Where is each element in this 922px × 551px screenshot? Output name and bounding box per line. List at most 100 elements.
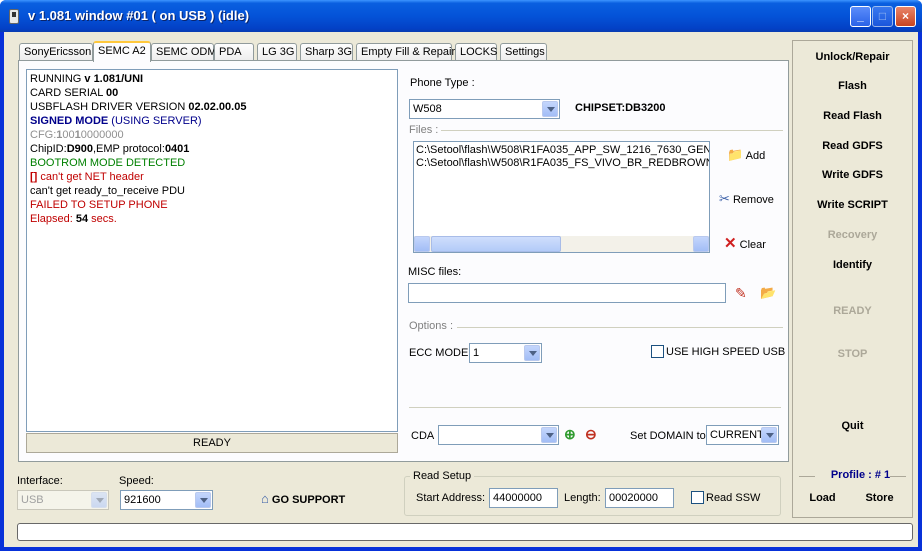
section-divider: [409, 407, 781, 408]
interface-select[interactable]: USB: [17, 490, 109, 510]
phone-type-select[interactable]: W508: [409, 99, 560, 119]
list-item[interactable]: C:\Setool\flash\W508\R1FA035_APP_SW_1216…: [414, 144, 709, 157]
list-item[interactable]: C:\Setool\flash\W508\R1FA035_FS_VIVO_BR_…: [414, 157, 709, 170]
start-address-input[interactable]: 44000000: [489, 488, 558, 508]
scroll-left-button[interactable]: [414, 236, 430, 252]
misc-files-input[interactable]: [408, 283, 726, 303]
tab-settings[interactable]: Settings: [500, 43, 547, 61]
flash-button[interactable]: Flash: [793, 80, 912, 92]
remove-label: Remove: [732, 194, 774, 206]
go-support-button[interactable]: ⌂ GO SUPPORT: [261, 491, 345, 506]
chevron-down-icon: [91, 492, 107, 508]
length-input[interactable]: 00020000: [605, 488, 674, 508]
write-script-button[interactable]: Write SCRIPT: [793, 199, 912, 211]
read-ssw-checkbox[interactable]: [691, 491, 704, 504]
tab-sonyericsson[interactable]: SonyEricsson: [19, 43, 93, 61]
minimize-icon: _: [857, 9, 864, 23]
close-icon: ×: [901, 9, 909, 23]
unlock-repair-button[interactable]: Unlock/Repair: [793, 51, 912, 63]
close-button[interactable]: ×: [895, 6, 916, 27]
add-label: Add: [745, 150, 766, 162]
log-output[interactable]: RUNNING v 1.081/UNI CARD SERIAL 00 USBFL…: [26, 69, 398, 432]
misc-files-label: MISC files:: [408, 266, 462, 278]
log-line: USBFLASH DRIVER VERSION 02.02.00.05: [30, 101, 247, 113]
speed-select[interactable]: 921600: [120, 490, 213, 510]
app-window: v 1.081 window #01 ( on USB ) (idle) _ □…: [0, 0, 922, 551]
domain-select[interactable]: CURRENT: [706, 425, 779, 445]
tab-pda[interactable]: PDA: [214, 43, 254, 61]
phone-type-label: Phone Type :: [410, 77, 475, 89]
stop-button[interactable]: STOP: [793, 348, 912, 360]
folder-open-icon[interactable]: 📂: [760, 285, 776, 301]
scissors-icon: ✂: [719, 191, 730, 206]
high-speed-usb-checkbox[interactable]: [651, 345, 664, 358]
chipset-label: CHIPSET:DB3200: [575, 102, 666, 114]
pencil-icon[interactable]: ✎: [735, 285, 747, 302]
high-speed-usb-label: USE HIGH SPEED USB: [666, 346, 786, 358]
tab-locks[interactable]: LOCKS: [455, 43, 497, 61]
clear-button[interactable]: ✕ Clear: [724, 234, 766, 252]
tab-semc-a2[interactable]: SEMC A2: [93, 41, 151, 62]
quit-button[interactable]: Quit: [793, 420, 912, 432]
log-line: [] can't get NET header: [30, 171, 144, 183]
ecc-mode-label: ECC MODE: [409, 347, 469, 359]
action-panel: Unlock/Repair Flash Read Flash Read GDFS…: [792, 40, 913, 518]
log-line: RUNNING v 1.081/UNI: [30, 73, 144, 85]
identify-button[interactable]: Identify: [793, 259, 912, 271]
files-label: Files :: [409, 124, 439, 136]
title-bar[interactable]: v 1.081 window #01 ( on USB ) (idle) _ □…: [0, 0, 922, 32]
speed-value: 921600: [124, 494, 161, 506]
read-ssw-label: Read SSW: [706, 492, 761, 504]
read-gdfs-button[interactable]: Read GDFS: [793, 140, 912, 152]
interface-label: Interface:: [17, 475, 63, 487]
x-icon: ✕: [724, 235, 737, 252]
cda-label: CDA: [411, 430, 435, 442]
ecc-mode-select[interactable]: 1: [469, 343, 542, 363]
cda-select[interactable]: [438, 425, 559, 445]
log-line: CFG:10010000000: [30, 129, 124, 141]
scroll-thumb[interactable]: [431, 236, 561, 252]
tab-sharp-3g[interactable]: Sharp 3G: [300, 43, 353, 61]
ready-button[interactable]: READY: [793, 305, 912, 317]
files-list[interactable]: C:\Setool\flash\W508\R1FA035_APP_SW_1216…: [413, 141, 710, 253]
phone-type-value: W508: [413, 103, 442, 115]
tab-semc-odm[interactable]: SEMC ODM: [151, 43, 217, 61]
ecc-mode-value: 1: [473, 347, 480, 359]
recovery-button[interactable]: Recovery: [793, 229, 912, 241]
set-domain-label: Set DOMAIN to: [630, 430, 706, 442]
log-line: ChipID:D900,EMP protocol:0401: [30, 143, 190, 155]
support-icon: ⌂: [261, 491, 269, 506]
status-text: READY: [26, 433, 398, 453]
options-divider: [457, 327, 783, 328]
length-label: Length:: [564, 492, 601, 504]
remove-button[interactable]: ✂ Remove: [719, 191, 774, 207]
folder-icon: 📁: [727, 147, 744, 162]
add-cda-icon[interactable]: ⊕: [564, 426, 576, 443]
phone-icon: [9, 9, 19, 24]
progress-bar: [17, 523, 913, 541]
domain-value: CURRENT: [710, 429, 764, 441]
read-flash-button[interactable]: Read Flash: [793, 110, 912, 122]
tab-lg-3g[interactable]: LG 3G: [257, 43, 297, 61]
profile-label: Profile : # 1: [830, 469, 891, 481]
interface-value: USB: [21, 494, 44, 506]
horizontal-scrollbar[interactable]: [414, 236, 709, 252]
tab-empty-fill-repair[interactable]: Empty Fill & Repair: [356, 43, 455, 61]
log-line: CARD SERIAL 00: [30, 87, 119, 99]
store-button[interactable]: Store: [820, 492, 922, 504]
remove-cda-icon[interactable]: ⊖: [585, 426, 597, 443]
start-address-label: Start Address:: [416, 492, 486, 504]
read-setup-title: Read Setup: [410, 470, 475, 482]
add-button[interactable]: 📁 Add: [727, 147, 765, 163]
log-line: BOOTROM MODE DETECTED: [30, 157, 186, 169]
log-line: FAILED TO SETUP PHONE: [30, 199, 168, 211]
log-line: can't get ready_to_receive PDU: [30, 185, 185, 197]
write-gdfs-button[interactable]: Write GDFS: [793, 169, 912, 181]
chevron-down-icon: [761, 427, 777, 443]
go-support-label: GO SUPPORT: [271, 494, 346, 506]
minimize-button[interactable]: _: [850, 6, 871, 27]
log-line: SIGNED MODE (USING SERVER): [30, 115, 202, 127]
profile-divider-right: [890, 476, 906, 477]
scroll-right-button[interactable]: [693, 236, 709, 252]
maximize-button[interactable]: □: [872, 6, 893, 27]
